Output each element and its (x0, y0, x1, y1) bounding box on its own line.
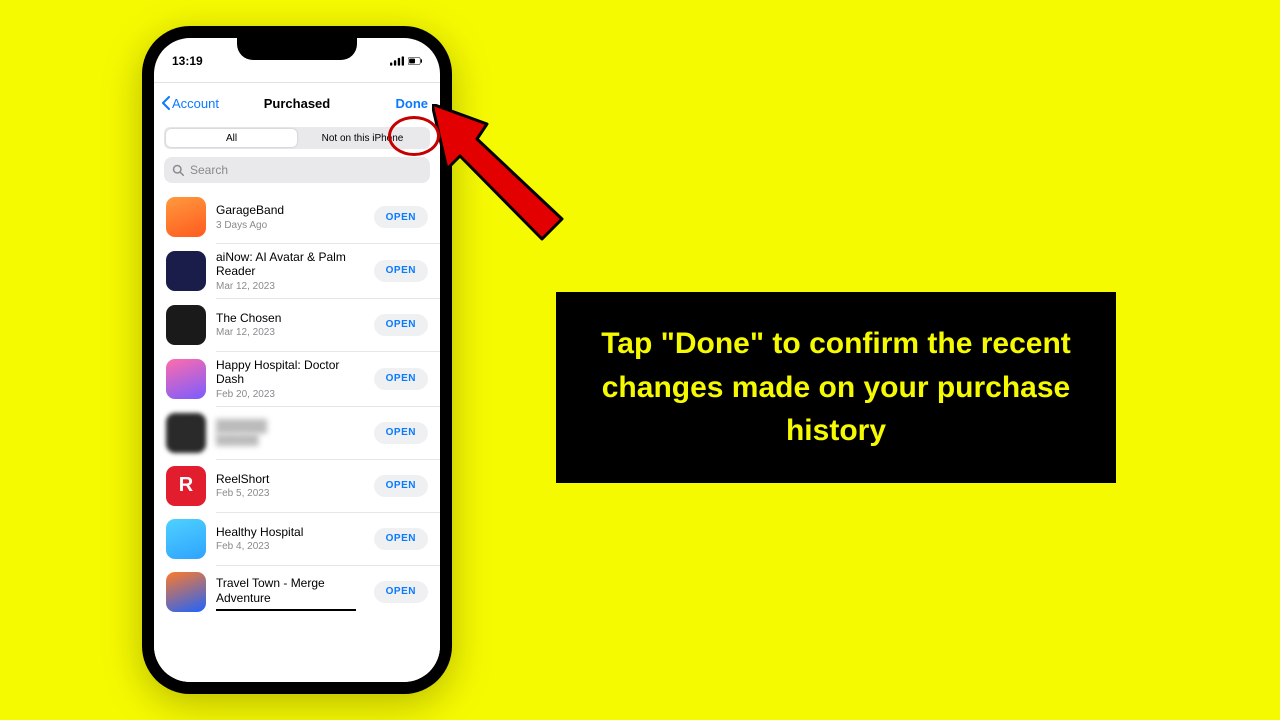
open-button[interactable]: OPEN (374, 206, 428, 228)
back-button[interactable]: Account (162, 96, 219, 111)
search-placeholder: Search (190, 163, 228, 177)
nav-bar: Account Purchased Done (154, 83, 440, 123)
app-name: ██████ (216, 419, 364, 433)
list-item[interactable]: Healthy Hospital Feb 4, 2023 OPEN (154, 513, 440, 565)
app-date: Mar 12, 2023 (216, 281, 364, 292)
app-name: Healthy Hospital (216, 525, 364, 539)
list-item[interactable]: R ReelShort Feb 5, 2023 OPEN (154, 460, 440, 512)
app-icon: R (166, 466, 206, 506)
app-name: The Chosen (216, 311, 364, 325)
app-date: 3 Days Ago (216, 220, 364, 231)
status-time: 13:19 (172, 54, 203, 68)
app-icon (166, 251, 206, 291)
segmented-control[interactable]: All Not on this iPhone (164, 127, 430, 149)
status-right (390, 56, 422, 66)
arrow-annotation (432, 104, 572, 244)
app-name: Travel Town - Merge Adventure (216, 576, 364, 605)
list-item[interactable]: The Chosen Mar 12, 2023 OPEN (154, 299, 440, 351)
app-date: Feb 4, 2023 (216, 541, 364, 552)
back-label: Account (172, 96, 219, 111)
open-button[interactable]: OPEN (374, 422, 428, 444)
open-button[interactable]: OPEN (374, 528, 428, 550)
list-item[interactable]: GarageBand 3 Days Ago OPEN (154, 191, 440, 243)
phone-frame: 13:19 Account Purchased Done All Not on … (142, 26, 452, 694)
app-date: Mar 12, 2023 (216, 327, 364, 338)
app-name: ReelShort (216, 472, 364, 486)
app-icon (166, 359, 206, 399)
app-name: aiNow: AI Avatar & Palm Reader (216, 250, 364, 279)
app-list[interactable]: GarageBand 3 Days Ago OPEN aiNow: AI Avat… (154, 191, 440, 682)
open-button[interactable]: OPEN (374, 581, 428, 603)
app-icon (166, 572, 206, 612)
phone-screen: 13:19 Account Purchased Done All Not on … (154, 38, 440, 682)
signal-icon (390, 56, 404, 66)
segment-all[interactable]: All (166, 129, 297, 147)
chevron-left-icon (162, 96, 170, 110)
instruction-callout: Tap "Done" to confirm the recent changes… (556, 292, 1116, 483)
app-date: ██████ (216, 435, 364, 446)
page-title: Purchased (264, 96, 330, 111)
modal-card: Account Purchased Done All Not on this i… (154, 82, 440, 682)
app-date: Feb 20, 2023 (216, 389, 364, 400)
app-icon (166, 413, 206, 453)
app-date: Feb 5, 2023 (216, 488, 364, 499)
open-button[interactable]: OPEN (374, 368, 428, 390)
search-input[interactable]: Search (164, 157, 430, 183)
open-button[interactable]: OPEN (374, 314, 428, 336)
open-button[interactable]: OPEN (374, 475, 428, 497)
battery-icon (408, 56, 422, 66)
open-button[interactable]: OPEN (374, 260, 428, 282)
done-button[interactable]: Done (396, 96, 429, 111)
segment-not-on-device[interactable]: Not on this iPhone (297, 129, 428, 147)
app-icon (166, 305, 206, 345)
search-icon (172, 164, 184, 176)
app-name: Happy Hospital: Doctor Dash (216, 358, 364, 387)
list-item[interactable]: aiNow: AI Avatar & Palm Reader Mar 12, 20… (154, 244, 440, 298)
app-icon (166, 197, 206, 237)
notch (237, 38, 357, 60)
list-item[interactable]: ██████ ██████ OPEN (154, 407, 440, 459)
list-item[interactable]: Happy Hospital: Doctor DashFeb 20, 2023 … (154, 352, 440, 406)
app-icon (166, 519, 206, 559)
app-name: GarageBand (216, 203, 364, 217)
strikethrough-annotation (216, 609, 356, 611)
